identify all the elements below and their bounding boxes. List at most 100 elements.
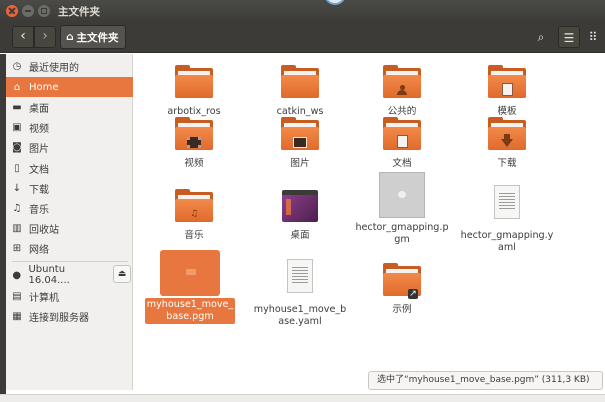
sidebar-item-label: Home xyxy=(29,81,59,93)
grid-icon: ⠿ xyxy=(588,30,598,44)
sidebar-divider xyxy=(12,261,128,262)
public-folder-icon xyxy=(380,60,424,104)
examples-folder-link-icon: ↗ xyxy=(380,258,424,302)
folder-icon xyxy=(172,60,216,104)
sidebar-item-label: 音乐 xyxy=(29,204,49,216)
sidebar-item-home[interactable]: ⌂ Home xyxy=(6,77,133,97)
back-button[interactable]: ‹ xyxy=(12,26,34,48)
file-item-myhouse1-move-base-pgm[interactable]: myhouse1_move_base.pgm xyxy=(142,250,238,324)
toolbar: ‹ › ⌂ 主文件夹 ⌕ ☰ ⠿ xyxy=(0,22,605,53)
image-file-icon xyxy=(160,250,220,296)
selection-status: 选中了“myhouse1_move_base.pgm” (311,3 KB) xyxy=(368,371,603,390)
file-name: hector_gmapping.yaml xyxy=(460,230,554,253)
sidebar-item-videos[interactable]: ▣ 视频 xyxy=(6,117,133,137)
trash-icon: ▥ xyxy=(12,222,22,234)
file-item-examples[interactable]: ↗ 示例 xyxy=(354,258,450,316)
launcher-indicator-icon xyxy=(324,0,346,5)
sidebar-item-label: 文档 xyxy=(29,164,49,176)
clock-icon: ◷ xyxy=(12,60,22,72)
path-label: 主文件夹 xyxy=(76,31,119,44)
eject-button[interactable]: ⏏ xyxy=(113,265,131,283)
forward-button[interactable]: › xyxy=(34,26,56,48)
sidebar: ◷ 最近使用的 ⌂ Home ▬ 桌面 ▣ 视频 ◙ 图片 ▯ 文档 ↓ 下载 … xyxy=(6,54,133,390)
sidebar-item-downloads[interactable]: ↓ 下载 xyxy=(6,178,133,198)
path-button-home[interactable]: ⌂ 主文件夹 xyxy=(60,25,126,49)
server-icon: ▦ xyxy=(12,310,22,322)
sidebar-item-label: 连接到服务器 xyxy=(29,312,89,324)
file-name: 图片 xyxy=(290,158,310,169)
desktop-icon: ▬ xyxy=(12,101,22,113)
sidebar-item-label: Ubuntu 16.04.... xyxy=(28,264,70,286)
sidebar-item-label: 视频 xyxy=(29,123,49,135)
file-item-documents[interactable]: 文档 xyxy=(354,112,450,170)
sidebar-item-music[interactable]: ♫ 音乐 xyxy=(6,198,133,218)
text-file-icon xyxy=(278,258,322,302)
file-name: 桌面 xyxy=(290,230,310,241)
file-item-desktop[interactable]: 桌面 xyxy=(252,184,348,242)
folder-icon xyxy=(278,60,322,104)
file-item-hector-gmapping-yaml[interactable]: hector_gmapping.yaml xyxy=(459,184,555,254)
search-icon: ⌕ xyxy=(537,30,545,44)
window-bottom-edge xyxy=(0,394,605,402)
file-name: 文档 xyxy=(392,158,412,169)
text-file-icon xyxy=(485,184,529,228)
music-icon: ♫ xyxy=(12,202,22,214)
desktop-folder-icon xyxy=(278,184,322,228)
file-item-music[interactable]: ♫ 音乐 xyxy=(146,184,242,242)
templates-folder-icon xyxy=(485,60,529,104)
video-icon: ▣ xyxy=(12,121,22,133)
list-view-button[interactable]: ☰ xyxy=(558,26,580,48)
file-name: 示例 xyxy=(392,304,412,315)
file-item-public[interactable]: 公共的 xyxy=(354,60,450,118)
videos-folder-icon xyxy=(172,112,216,156)
title-bar: 主文件夹 xyxy=(0,0,605,22)
file-name: hector_gmapping.pgm xyxy=(355,222,449,245)
file-name: myhouse1_move_base.pgm xyxy=(145,298,235,324)
image-file-icon xyxy=(379,172,425,218)
file-item-pictures[interactable]: 图片 xyxy=(252,112,348,170)
sidebar-item-pictures[interactable]: ◙ 图片 xyxy=(6,137,133,157)
file-grid: arbotix_ros catkin_ws 公共的 模板 视频 图片 文档 下载… xyxy=(134,54,605,394)
document-icon: ▯ xyxy=(14,162,20,174)
network-icon: ⊞ xyxy=(12,242,22,254)
sidebar-item-trash[interactable]: ▥ 回收站 xyxy=(6,218,133,238)
file-name: 下载 xyxy=(497,158,517,169)
eject-icon: ⏏ xyxy=(117,269,127,279)
sidebar-item-desktop[interactable]: ▬ 桌面 xyxy=(6,97,133,117)
maximize-window-button[interactable] xyxy=(38,5,50,17)
documents-folder-icon xyxy=(380,112,424,156)
camera-icon: ◙ xyxy=(12,141,22,153)
disk-icon: ● xyxy=(12,269,22,281)
sidebar-item-documents[interactable]: ▯ 文档 xyxy=(6,158,133,178)
sidebar-item-recent[interactable]: ◷ 最近使用的 xyxy=(6,56,133,76)
sidebar-item-connect-server[interactable]: ▦ 连接到服务器 xyxy=(6,306,133,326)
file-item-videos[interactable]: 视频 xyxy=(146,112,242,170)
minimize-window-button[interactable] xyxy=(22,5,34,17)
file-item-catkin-ws[interactable]: catkin_ws xyxy=(252,60,348,118)
window-title: 主文件夹 xyxy=(58,5,100,18)
file-name: myhouse1_move_base.yaml xyxy=(253,304,347,327)
file-item-myhouse1-move-base-yaml[interactable]: myhouse1_move_base.yaml xyxy=(252,258,348,328)
download-icon: ↓ xyxy=(12,182,22,194)
computer-icon: ▤ xyxy=(12,290,22,302)
file-item-hector-gmapping-pgm[interactable]: hector_gmapping.pgm xyxy=(354,172,450,246)
sidebar-item-network[interactable]: ⊞ 网络 xyxy=(6,238,133,258)
file-item-templates[interactable]: 模板 xyxy=(459,60,555,118)
sidebar-item-label: 下载 xyxy=(29,184,49,196)
sidebar-item-ubuntu-disk[interactable]: ● Ubuntu 16.04.... xyxy=(6,264,106,286)
music-folder-icon: ♫ xyxy=(172,184,216,228)
file-item-downloads[interactable]: 下载 xyxy=(459,112,555,170)
grid-view-button[interactable]: ⠿ xyxy=(582,26,604,48)
pictures-folder-icon xyxy=(278,112,322,156)
close-window-button[interactable] xyxy=(6,5,18,17)
sidebar-item-label: 桌面 xyxy=(29,103,49,115)
home-icon: ⌂ xyxy=(13,81,21,93)
file-item-arbotix-ros[interactable]: arbotix_ros xyxy=(146,60,242,118)
file-name: 音乐 xyxy=(184,230,204,241)
sidebar-item-label: 计算机 xyxy=(29,292,59,304)
sidebar-item-computer[interactable]: ▤ 计算机 xyxy=(6,286,133,306)
sidebar-item-label: 图片 xyxy=(29,143,49,155)
sidebar-item-label: 回收站 xyxy=(29,224,59,236)
search-button[interactable]: ⌕ xyxy=(530,26,552,48)
sidebar-item-label: 网络 xyxy=(29,244,49,256)
